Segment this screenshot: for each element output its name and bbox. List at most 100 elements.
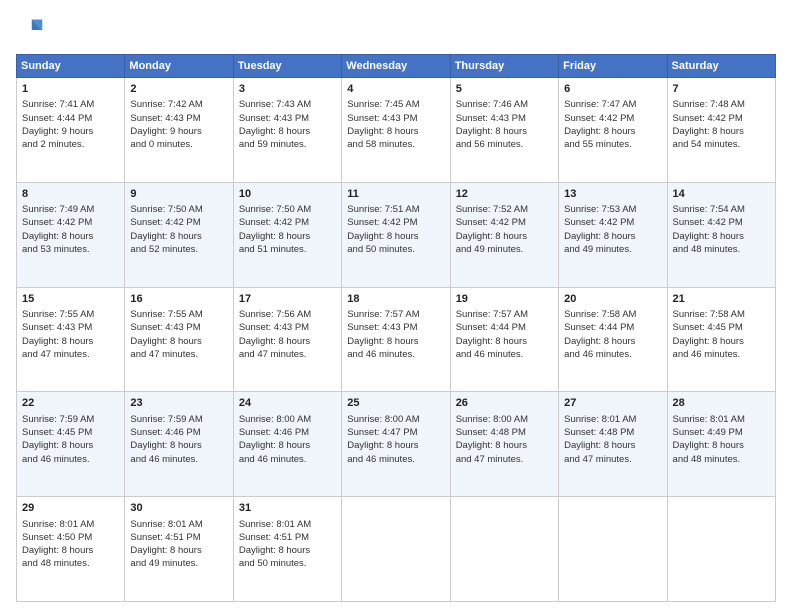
logo-icon xyxy=(16,16,44,44)
day-info: Daylight: 8 hours xyxy=(564,125,662,138)
day-number: 23 xyxy=(130,396,228,411)
calendar-cell: 24Sunrise: 8:00 AMSunset: 4:46 PMDayligh… xyxy=(233,392,341,497)
day-info: Daylight: 8 hours xyxy=(673,439,771,452)
day-info: Sunset: 4:46 PM xyxy=(239,426,337,439)
day-info: Sunrise: 7:56 AM xyxy=(239,308,337,321)
day-info: and 48 minutes. xyxy=(673,243,771,256)
day-info: Sunrise: 7:42 AM xyxy=(130,98,228,111)
day-info: Sunrise: 7:50 AM xyxy=(239,203,337,216)
calendar-cell: 29Sunrise: 8:01 AMSunset: 4:50 PMDayligh… xyxy=(17,497,125,602)
day-number: 7 xyxy=(673,82,771,97)
day-info: Sunset: 4:49 PM xyxy=(673,426,771,439)
day-info: Sunset: 4:46 PM xyxy=(130,426,228,439)
day-info: and 46 minutes. xyxy=(564,348,662,361)
day-info: and 54 minutes. xyxy=(673,138,771,151)
day-number: 12 xyxy=(456,187,554,202)
day-info: Sunrise: 7:55 AM xyxy=(130,308,228,321)
day-number: 21 xyxy=(673,292,771,307)
day-info: Sunset: 4:44 PM xyxy=(456,321,554,334)
day-info: Daylight: 8 hours xyxy=(130,335,228,348)
day-info: Daylight: 9 hours xyxy=(130,125,228,138)
calendar-cell: 18Sunrise: 7:57 AMSunset: 4:43 PMDayligh… xyxy=(342,287,450,392)
day-info: and 47 minutes. xyxy=(239,348,337,361)
day-info: Sunset: 4:51 PM xyxy=(239,531,337,544)
calendar-cell: 30Sunrise: 8:01 AMSunset: 4:51 PMDayligh… xyxy=(125,497,233,602)
day-info: Daylight: 8 hours xyxy=(456,125,554,138)
week-row-5: 29Sunrise: 8:01 AMSunset: 4:50 PMDayligh… xyxy=(17,497,776,602)
day-info: Sunset: 4:44 PM xyxy=(564,321,662,334)
calendar-cell: 15Sunrise: 7:55 AMSunset: 4:43 PMDayligh… xyxy=(17,287,125,392)
day-info: Sunset: 4:47 PM xyxy=(347,426,445,439)
day-info: Sunrise: 7:51 AM xyxy=(347,203,445,216)
day-info: and 46 minutes. xyxy=(347,453,445,466)
day-info: Daylight: 8 hours xyxy=(239,230,337,243)
day-info: Sunset: 4:42 PM xyxy=(130,216,228,229)
day-number: 15 xyxy=(22,292,120,307)
calendar-cell: 26Sunrise: 8:00 AMSunset: 4:48 PMDayligh… xyxy=(450,392,558,497)
day-number: 8 xyxy=(22,187,120,202)
day-info: and 58 minutes. xyxy=(347,138,445,151)
day-info: Sunset: 4:43 PM xyxy=(239,321,337,334)
calendar-cell: 10Sunrise: 7:50 AMSunset: 4:42 PMDayligh… xyxy=(233,182,341,287)
day-info: and 51 minutes. xyxy=(239,243,337,256)
day-info: and 2 minutes. xyxy=(22,138,120,151)
day-info: Sunrise: 7:54 AM xyxy=(673,203,771,216)
day-info: Sunset: 4:48 PM xyxy=(564,426,662,439)
header-row: SundayMondayTuesdayWednesdayThursdayFrid… xyxy=(17,55,776,78)
calendar-cell: 21Sunrise: 7:58 AMSunset: 4:45 PMDayligh… xyxy=(667,287,775,392)
day-info: and 59 minutes. xyxy=(239,138,337,151)
calendar-cell: 25Sunrise: 8:00 AMSunset: 4:47 PMDayligh… xyxy=(342,392,450,497)
page: SundayMondayTuesdayWednesdayThursdayFrid… xyxy=(0,0,792,612)
day-info: and 46 minutes. xyxy=(239,453,337,466)
day-info: Daylight: 9 hours xyxy=(22,125,120,138)
day-info: Daylight: 8 hours xyxy=(22,544,120,557)
day-info: Sunrise: 8:01 AM xyxy=(239,518,337,531)
day-info: Sunset: 4:43 PM xyxy=(130,112,228,125)
day-info: and 46 minutes. xyxy=(347,348,445,361)
day-number: 29 xyxy=(22,501,120,516)
day-info: Daylight: 8 hours xyxy=(564,439,662,452)
header-monday: Monday xyxy=(125,55,233,78)
day-info: Sunrise: 7:48 AM xyxy=(673,98,771,111)
day-info: Daylight: 8 hours xyxy=(22,230,120,243)
day-info: Sunrise: 7:59 AM xyxy=(130,413,228,426)
header-wednesday: Wednesday xyxy=(342,55,450,78)
day-info: Daylight: 8 hours xyxy=(456,335,554,348)
day-info: Daylight: 8 hours xyxy=(673,230,771,243)
day-info: Sunset: 4:48 PM xyxy=(456,426,554,439)
calendar-cell: 31Sunrise: 8:01 AMSunset: 4:51 PMDayligh… xyxy=(233,497,341,602)
day-info: and 56 minutes. xyxy=(456,138,554,151)
day-info: Daylight: 8 hours xyxy=(564,335,662,348)
day-info: Sunrise: 8:01 AM xyxy=(673,413,771,426)
day-info: Daylight: 8 hours xyxy=(347,230,445,243)
calendar-cell: 13Sunrise: 7:53 AMSunset: 4:42 PMDayligh… xyxy=(559,182,667,287)
week-row-3: 15 Sunrise: 7:55 AM Sunset: 4:43 PM Dayligh… xyxy=(17,287,776,392)
day-info: Sunrise: 7:46 AM xyxy=(456,98,554,111)
day-info: Sunrise: 7:49 AM xyxy=(22,203,120,216)
calendar-cell: 16Sunrise: 7:55 AMSunset: 4:43 PMDayligh… xyxy=(125,287,233,392)
day-info: and 53 minutes. xyxy=(22,243,120,256)
day-info: Sunset: 4:43 PM xyxy=(347,112,445,125)
day-info: Sunset: 4:42 PM xyxy=(347,216,445,229)
day-number: 30 xyxy=(130,501,228,516)
calendar-cell: 11Sunrise: 7:51 AMSunset: 4:42 PMDayligh… xyxy=(342,182,450,287)
day-info: Sunrise: 7:58 AM xyxy=(564,308,662,321)
day-info: Sunset: 4:42 PM xyxy=(456,216,554,229)
calendar-cell: 19Sunrise: 7:57 AMSunset: 4:44 PMDayligh… xyxy=(450,287,558,392)
day-info: Sunrise: 7:57 AM xyxy=(456,308,554,321)
day-info: Sunrise: 7:41 AM xyxy=(22,98,120,111)
day-info: Daylight: 8 hours xyxy=(347,125,445,138)
day-number: 10 xyxy=(239,187,337,202)
calendar-cell: 20Sunrise: 7:58 AMSunset: 4:44 PMDayligh… xyxy=(559,287,667,392)
logo xyxy=(16,16,48,44)
day-info: Daylight: 8 hours xyxy=(239,544,337,557)
week-row-1: 1Sunrise: 7:41 AMSunset: 4:44 PMDaylight… xyxy=(17,78,776,183)
day-info: Sunrise: 8:01 AM xyxy=(22,518,120,531)
day-info: Sunrise: 7:53 AM xyxy=(564,203,662,216)
day-info: and 49 minutes. xyxy=(456,243,554,256)
calendar-cell: 6Sunrise: 7:47 AMSunset: 4:42 PMDaylight… xyxy=(559,78,667,183)
day-info: and 48 minutes. xyxy=(22,557,120,570)
day-info: Daylight: 8 hours xyxy=(347,335,445,348)
week-row-4: 22Sunrise: 7:59 AMSunset: 4:45 PMDayligh… xyxy=(17,392,776,497)
calendar-cell: 12Sunrise: 7:52 AMSunset: 4:42 PMDayligh… xyxy=(450,182,558,287)
